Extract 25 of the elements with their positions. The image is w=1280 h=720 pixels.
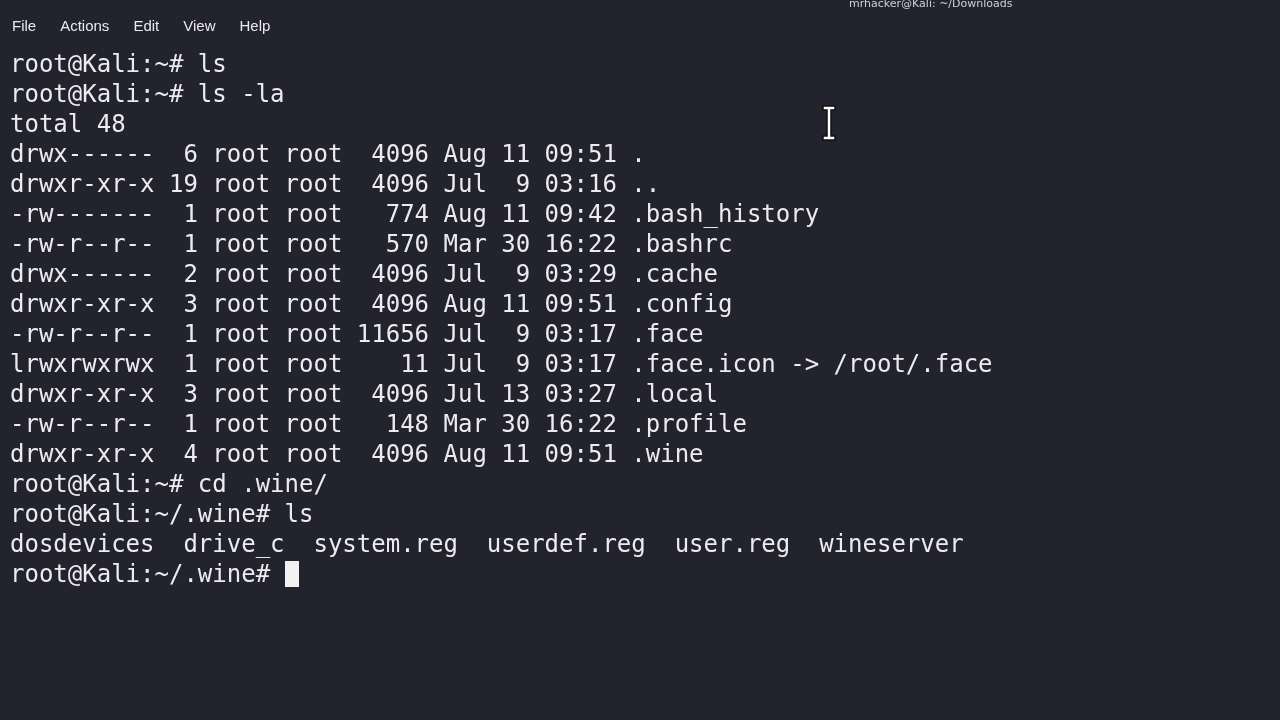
terminal-line: root@Kali:~# ls -la — [10, 79, 285, 109]
terminal-line: drwxr-xr-x 4 root root 4096 Aug 11 09:51 .wine — [10, 439, 704, 469]
menu-item[interactable]: Edit — [133, 17, 160, 32]
terminal-line: dosdevices drive_c system.reg userdef.reg user.reg wineserver — [10, 529, 964, 559]
terminal-line: drwx------ 6 root root 4096 Aug 11 09:51 . — [10, 139, 646, 169]
terminal-line: -rw------- 1 root root 774 Aug 11 09:42 .bash_history — [10, 199, 820, 229]
menu-item[interactable]: File — [12, 17, 37, 32]
terminal-line: root@Kali:~# ls — [10, 49, 227, 79]
terminal-line: total 48 — [10, 109, 126, 139]
text-cursor-icon — [821, 104, 837, 142]
terminal-line: lrwxrwxrwx 1 root root 11 Jul 9 03:17 .face.icon -> /root/.face — [10, 349, 993, 379]
terminal-line: drwxr-xr-x 3 root root 4096 Aug 11 09:51 .config — [10, 289, 733, 319]
terminal-line: drwx------ 2 root root 4096 Jul 9 03:29 .cache — [10, 259, 718, 289]
terminal-line: drwxr-xr-x 19 root root 4096 Jul 9 03:16 .. — [10, 169, 661, 199]
terminal-line: root@Kali:~/.wine# ls — [10, 499, 314, 529]
menu-item[interactable]: Help — [239, 17, 271, 32]
terminal-line: -rw-r--r-- 1 root root 11656 Jul 9 03:17 .face — [10, 319, 704, 349]
terminal-line: -rw-r--r-- 1 root root 148 Mar 30 16:22 .profile — [10, 409, 747, 439]
text-cursor — [284, 561, 299, 587]
terminal-prompt: root@Kali:~/.wine# — [10, 559, 272, 589]
terminal-line: root@Kali:~# cd .wine/ — [10, 469, 328, 499]
terminal-line: drwxr-xr-x 3 root root 4096 Jul 13 03:27 .local — [10, 379, 718, 409]
menu-item[interactable]: View — [183, 17, 216, 32]
menu-item[interactable]: Actions — [60, 17, 110, 32]
terminal-line: -rw-r--r-- 1 root root 570 Mar 30 16:22 .bashrc — [10, 229, 733, 259]
